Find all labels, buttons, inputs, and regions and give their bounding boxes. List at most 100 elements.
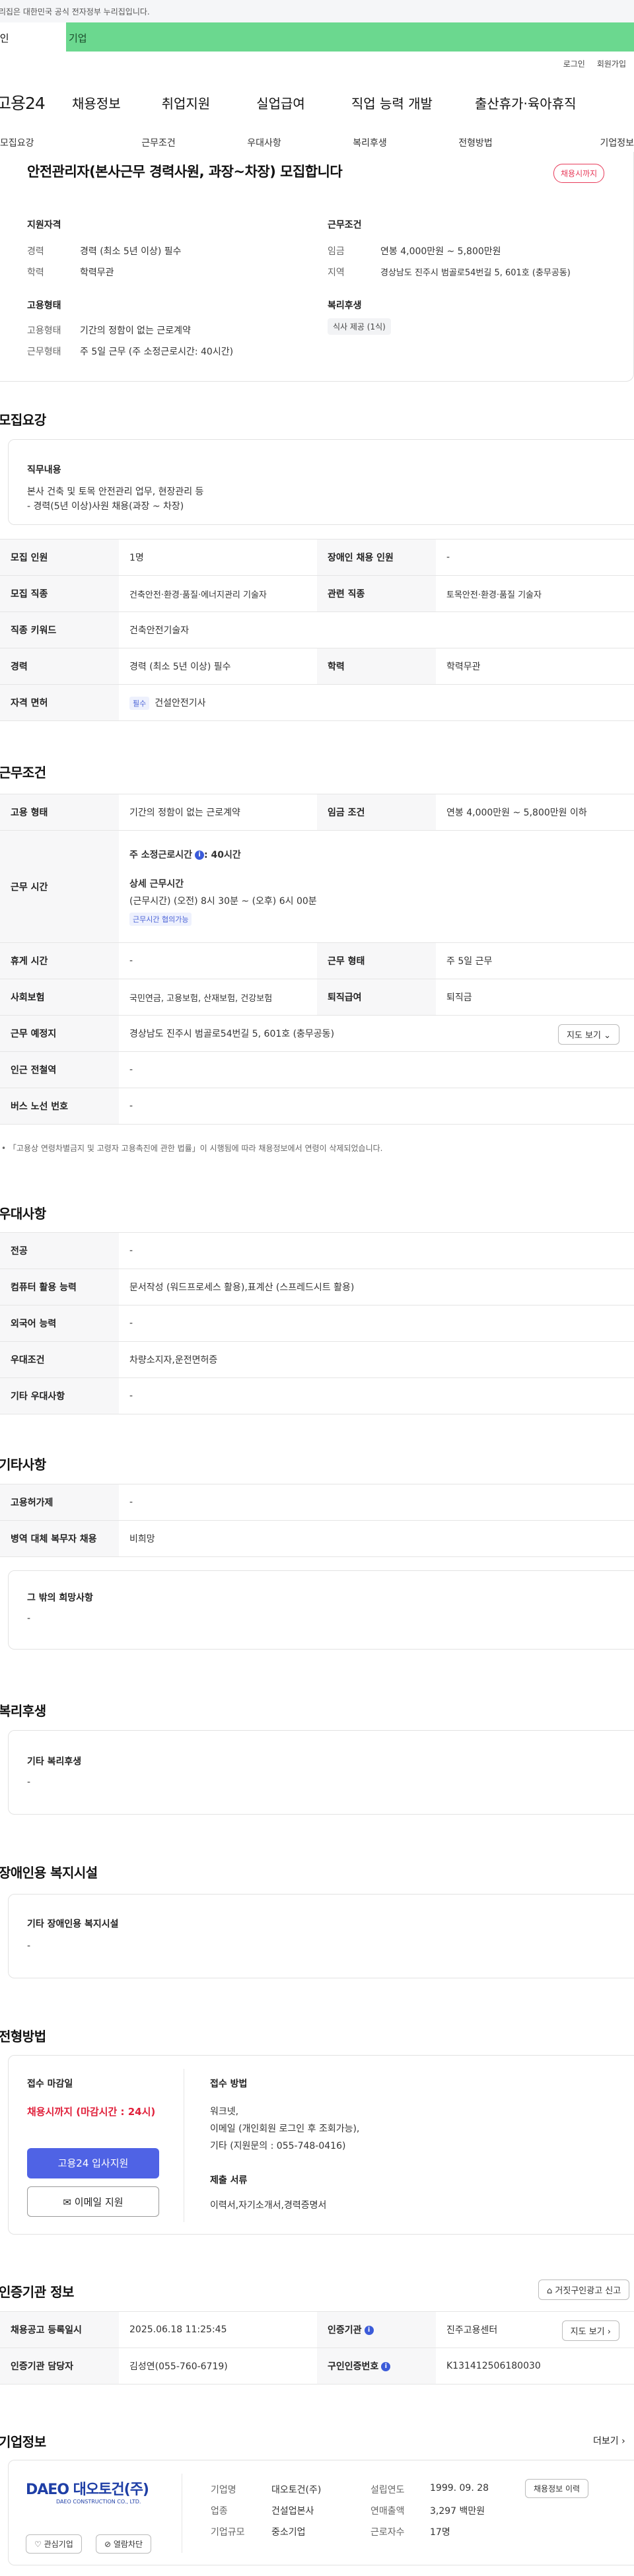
table-row: 모집 인원 1명 장애인 채용 인원 - bbox=[0, 539, 634, 576]
report-button[interactable]: ⌂ 거짓구인광고 신고 bbox=[538, 2280, 630, 2300]
welfare-value: - bbox=[27, 1777, 31, 1788]
other-table: 고용허가제 - 병역 대체 복무자 채용 비희망 bbox=[0, 1484, 634, 1557]
docs-value: 이력서,자기소개서,경력증명서 bbox=[210, 2200, 327, 2211]
table-row: 휴게 시간 - 근무 형태 주 5일 근무 bbox=[0, 942, 634, 979]
selection-heading: 전형방법 bbox=[0, 2029, 46, 2044]
other-heading: 기타사항 bbox=[0, 1457, 46, 1473]
duty-line1: 본사 건축 및 토목 안전관리 업무, 현장관리 등 bbox=[27, 487, 204, 497]
table-row: 버스 노선 번호 - bbox=[0, 1088, 634, 1125]
tab-company[interactable]: 기업 bbox=[66, 22, 634, 52]
wage-label: 임금 bbox=[328, 246, 345, 257]
heart-icon: ♡ bbox=[34, 2540, 42, 2549]
nav-item-training[interactable]: 직업 능력 개발 bbox=[351, 93, 433, 112]
workcond-heading: 근무조건 bbox=[0, 765, 46, 781]
nav-item-unemployment[interactable]: 실업급여 bbox=[256, 93, 305, 112]
method-line2: 이메일 (개인회원 로그인 후 조회가능), bbox=[210, 2124, 360, 2134]
wage-row-label: 임금 조건 bbox=[317, 794, 436, 831]
site-logo[interactable]: 고용24 bbox=[0, 90, 72, 114]
cert-map-button[interactable]: 지도 보기 › bbox=[561, 2320, 619, 2341]
signup-link[interactable]: 회원가입 bbox=[597, 58, 626, 69]
table-row: 고용허가제 - bbox=[0, 1484, 634, 1521]
recruit-table: 모집 인원 1명 장애인 채용 인원 - 모집 직종 건축안전·환경·품질·에너… bbox=[0, 539, 634, 721]
welfare-section-heading: 복리후생 bbox=[0, 1703, 46, 1719]
block-button[interactable]: ⊘ 열람차단 bbox=[96, 2534, 152, 2554]
nav-item-support[interactable]: 취업지원 bbox=[162, 93, 211, 112]
job-history-button[interactable]: 채용정보 이력 bbox=[525, 2479, 589, 2498]
selection-card: 접수 마감일 채용시까지 (마감시간 : 24시) 고용24 입사지원 ✉ 이메… bbox=[8, 2055, 634, 2235]
est-label: 설립연도 bbox=[370, 2485, 405, 2495]
detail-hours-label: 상세 근무시간 bbox=[129, 878, 184, 889]
name-value: 대오토건(주) bbox=[271, 2485, 322, 2495]
login-link[interactable]: 로그인 bbox=[563, 58, 585, 69]
company-heading: 기업정보 bbox=[0, 2434, 46, 2450]
emptype-label: 고용형태 bbox=[27, 326, 61, 336]
mgr-label: 인증기관 담당자 bbox=[0, 2348, 119, 2385]
industry-value: 건설업본사 bbox=[271, 2506, 314, 2517]
size-value: 중소기업 bbox=[271, 2527, 306, 2538]
apply-button[interactable]: 고용24 입사지원 bbox=[27, 2148, 159, 2178]
table-row: 인증기관 담당자 김성연(055-760-6719) 구인인증번호 i K1314… bbox=[0, 2348, 634, 2385]
chevron-down-icon: ⌄ bbox=[604, 1031, 611, 1041]
table-row: 자격 면허 필수 건설안전기사 bbox=[0, 684, 634, 721]
station-label: 인근 전철역 bbox=[0, 1051, 119, 1088]
certno-label: 구인인증번호 bbox=[328, 2361, 379, 2372]
summary-card: 안전관리자(본사근무 경력사원, 과장~차장) 모집합니다 채용시까지 지원자격… bbox=[0, 152, 634, 382]
reg-value: 2025.06.18 11:25:45 bbox=[119, 2311, 317, 2348]
size-label: 기업규모 bbox=[211, 2527, 245, 2538]
hope-value: - bbox=[27, 1613, 31, 1624]
related-value: 토목안전·환경·품질 기술자 bbox=[436, 575, 634, 612]
info-icon[interactable]: i bbox=[364, 2326, 374, 2335]
table-row: 전공 - bbox=[0, 1232, 634, 1269]
worktype-label: 근무형태 bbox=[27, 347, 61, 357]
favorite-company-button[interactable]: ♡ 관심기업 bbox=[26, 2534, 82, 2554]
permit-label: 고용허가제 bbox=[0, 1484, 119, 1521]
job-value: 건축안전·환경·품질·에너지관리 기술자 bbox=[119, 575, 317, 612]
region-value: 경상남도 진주시 범골로54번길 5, 601호 (충무공동) bbox=[380, 268, 571, 278]
duty-line2: - 경력(5년 이상)사원 채용(과장 ~ 차장) bbox=[27, 501, 184, 512]
emptype-row-value: 기간의 정함이 없는 근로계약 bbox=[119, 794, 317, 831]
workcond-table: 고용 형태 기간의 정함이 없는 근로계약 임금 조건 연봉 4,000만원 ~… bbox=[0, 794, 634, 1125]
detail-hours-value: (근무시간) (오전) 8시 30분 ~ (오후) 6시 00분 bbox=[129, 895, 317, 907]
table-row: 고용 형태 기간의 정함이 없는 근로계약 임금 조건 연봉 4,000만원 ~… bbox=[0, 794, 634, 831]
nav-item-leave[interactable]: 출산휴가·육아휴직 bbox=[475, 93, 577, 112]
emptype-value: 기간의 정함이 없는 근로계약 bbox=[80, 326, 191, 336]
employees-label: 근로자수 bbox=[370, 2527, 405, 2538]
hope-heading: 그 밖의 희망사항 bbox=[27, 1593, 93, 1603]
military-value: 비희망 bbox=[119, 1520, 634, 1557]
more-link[interactable]: 더보기 › bbox=[593, 2434, 625, 2447]
tab-personal[interactable]: 개인 bbox=[0, 22, 66, 52]
career-label: 경력 bbox=[27, 246, 44, 257]
revenue-value: 3,297 백만원 bbox=[430, 2506, 485, 2517]
deadline-badge: 채용시까지 bbox=[553, 164, 605, 183]
email-apply-button[interactable]: ✉ 이메일 지원 bbox=[27, 2186, 159, 2217]
bus-label: 버스 노선 번호 bbox=[0, 1088, 119, 1125]
place-label: 근무 예정지 bbox=[0, 1015, 119, 1052]
retire-value: 퇴직금 bbox=[436, 979, 634, 1016]
table-row: 우대조건 차량소지자,운전면허증 bbox=[0, 1341, 634, 1378]
major-label: 전공 bbox=[0, 1232, 119, 1269]
nav-item-jobs[interactable]: 채용정보 bbox=[72, 93, 121, 112]
info-icon[interactable]: i bbox=[381, 2362, 391, 2371]
pref-cond-label: 우대조건 bbox=[0, 1341, 119, 1378]
qual-heading: 지원자격 bbox=[27, 220, 61, 230]
mgr-value: 김성연(055-760-6719) bbox=[119, 2348, 317, 2385]
map-button[interactable]: 지도 보기 ⌄ bbox=[557, 1024, 619, 1045]
chevron-right-icon: › bbox=[607, 2327, 611, 2337]
shift-value: 주 5일 근무 bbox=[436, 942, 634, 979]
table-row: 병역 대체 복무자 채용 비희망 bbox=[0, 1520, 634, 1557]
worktype-value: 주 5일 근무 (주 소정근로시간: 40시간) bbox=[80, 347, 234, 357]
employees-value: 17명 bbox=[430, 2527, 450, 2538]
table-row: 사회보험 국민연금, 고용보험, 산재보험, 건강보험 퇴직급여 퇴직금 bbox=[0, 979, 634, 1016]
career-row-value: 경력 (최소 5년 이상) 필수 bbox=[119, 648, 317, 685]
info-icon[interactable]: i bbox=[195, 850, 205, 860]
cond-heading: 근무조건 bbox=[328, 220, 362, 230]
cert-heading: 인증기관 정보 bbox=[0, 2284, 74, 2300]
bus-value: - bbox=[119, 1088, 634, 1125]
disab-card: 기타 장애인용 복지시설 - bbox=[8, 1894, 634, 1978]
deadline-value: 채용시까지 (마감시간 : 24시) bbox=[27, 2106, 156, 2118]
consult-tag: 근무시간 협의가능 bbox=[129, 912, 192, 926]
headcount-value: 1명 bbox=[119, 539, 317, 576]
disab-sub: 기타 장애인용 복지시설 bbox=[27, 1919, 119, 1930]
pref-table: 전공 - 컴퓨터 활용 능력 문서작성 (워드프로세스 활용),표계산 (스프레드시… bbox=[0, 1232, 634, 1414]
pref-cond-value: 차량소지자,운전면허증 bbox=[119, 1341, 634, 1378]
